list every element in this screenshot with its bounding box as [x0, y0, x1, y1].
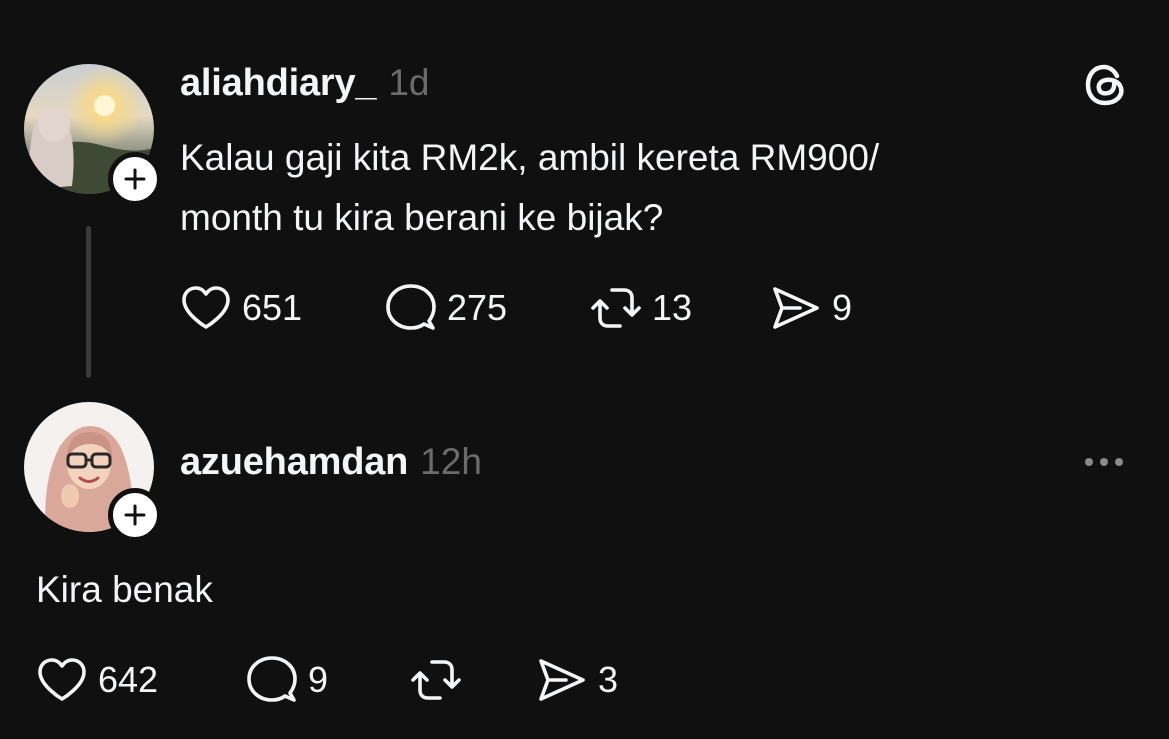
reply-actions: 642 9 3: [36, 656, 618, 704]
share-count: 9: [832, 287, 853, 328]
plus-icon: [124, 504, 146, 526]
reply-share-count: 3: [598, 659, 619, 700]
share-button[interactable]: 9: [770, 284, 852, 332]
more-dots-icon: [1115, 458, 1123, 466]
reply-repost-button[interactable]: [410, 656, 536, 704]
comment-button[interactable]: 275: [385, 283, 590, 333]
username-aliahdiary[interactable]: aliahdiary_: [180, 62, 377, 105]
like-button[interactable]: 651: [180, 284, 385, 332]
reply-body: Kira benak: [36, 569, 213, 610]
threads-logo-icon: [1085, 64, 1124, 106]
post-text-line-2: month tu kira berani ke bijak?: [180, 197, 664, 238]
reply-timestamp: 12h: [420, 441, 482, 482]
post-header: aliahdiary_ 1d: [180, 62, 430, 108]
send-icon: [773, 287, 819, 329]
more-dots-icon: [1100, 458, 1108, 466]
heart-icon: [38, 658, 86, 701]
thread-connector-line: [86, 226, 91, 378]
speech-bubble-icon: [386, 284, 436, 330]
reply-comment-count: 9: [308, 659, 329, 700]
reply-header: azuehamdan 12h: [180, 441, 482, 487]
heart-icon: [182, 286, 230, 329]
more-dots-icon: [1085, 458, 1093, 466]
comment-count: 275: [447, 287, 508, 328]
post-text-line-1: Kalau gaji kita RM2k, ambil kereta RM900…: [180, 137, 880, 178]
username-azuehamdan[interactable]: azuehamdan: [180, 441, 408, 484]
repost-icon: [411, 660, 461, 700]
more-options-button[interactable]: [1085, 458, 1123, 466]
post-timestamp: 1d: [388, 62, 430, 103]
post-body: Kalau gaji kita RM2k, ambil kereta RM900…: [180, 128, 1080, 248]
send-icon: [539, 659, 585, 701]
like-count: 651: [242, 287, 303, 328]
follow-button-aliahdiary[interactable]: [108, 152, 162, 206]
threads-logo[interactable]: [1083, 62, 1129, 113]
reply-share-button[interactable]: 3: [536, 656, 618, 704]
repost-count: 13: [652, 287, 693, 328]
repost-icon: [591, 288, 641, 328]
reply-like-button[interactable]: 642: [36, 656, 246, 704]
plus-icon: [124, 168, 146, 190]
repost-button[interactable]: 13: [590, 284, 770, 332]
reply-comment-button[interactable]: 9: [246, 655, 410, 705]
speech-bubble-icon: [247, 656, 297, 702]
post-actions: 651 275 13 9: [180, 284, 852, 332]
reply-like-count: 642: [98, 659, 159, 700]
follow-button-azuehamdan[interactable]: [108, 488, 162, 542]
